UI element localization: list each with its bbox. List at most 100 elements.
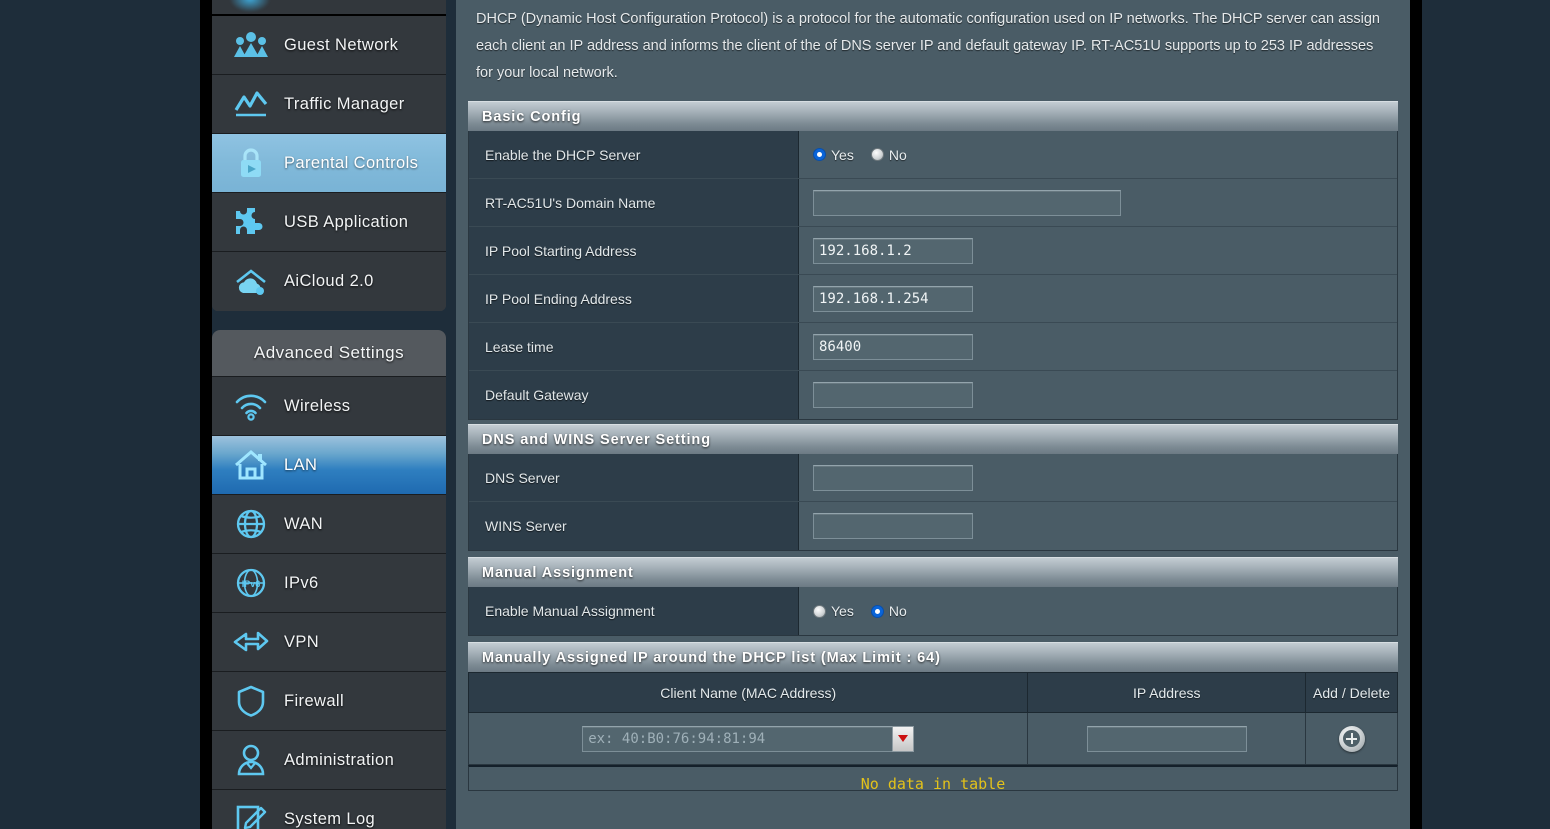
user-icon (230, 739, 272, 781)
left-gutter (200, 0, 212, 829)
sidebar-item-usb-application[interactable]: USB Application (212, 193, 446, 252)
sidebar-partial-item[interactable] (212, 0, 446, 16)
manual-assignment-header: Manual Assignment (468, 557, 1398, 587)
sidebar-advanced-menu-block: Advanced Settings Wireless (212, 330, 446, 829)
sidebar-item-label: VPN (284, 633, 319, 652)
manual-assignment-yes-option[interactable]: Yes (813, 603, 854, 619)
system-log-pencil-icon (230, 799, 272, 829)
add-entry-plus-icon[interactable] (1339, 726, 1365, 752)
radio-no-icon[interactable] (871, 148, 884, 161)
sidebar-item-parental-controls[interactable]: Parental Controls (212, 134, 446, 193)
basic-config-panel: Basic Config Enable the DHCP Server Yes (468, 101, 1398, 420)
radio-no-label: No (889, 147, 907, 163)
domain-name-value-cell (799, 179, 1397, 226)
cell-add-delete (1306, 713, 1398, 765)
manual-assignment-radio-group: Yes No (813, 603, 916, 619)
sidebar-item-wireless[interactable]: Wireless (212, 377, 446, 436)
sidebar-navigation: Guest Network Traffic Manager (212, 0, 446, 829)
aicloud-icon (230, 261, 272, 303)
basic-config-header: Basic Config (468, 101, 1398, 131)
enable-dhcp-yes-option[interactable]: Yes (813, 147, 854, 163)
row-enable-manual-assignment: Enable Manual Assignment Yes No (469, 587, 1397, 635)
radio-yes-icon[interactable] (813, 605, 826, 618)
enable-dhcp-value-cell: Yes No (799, 131, 1397, 178)
dhcp-description-text: DHCP (Dynamic Host Configuration Protoco… (456, 0, 1410, 101)
right-gutter (1410, 0, 1422, 829)
sidebar-item-label: Wireless (284, 397, 350, 416)
sidebar-item-label: WAN (284, 515, 323, 534)
column-header-add-delete: Add / Delete (1306, 673, 1398, 713)
cell-ip-address (1028, 713, 1306, 765)
assigned-ip-list-title: Manually Assigned IP around the DHCP lis… (482, 650, 941, 666)
assigned-ip-table-head: Client Name (MAC Address) IP Address Add… (469, 673, 1398, 713)
domain-name-input[interactable] (813, 190, 1121, 216)
wins-server-value-cell (799, 502, 1397, 550)
sidebar-item-guest-network[interactable]: Guest Network (212, 16, 446, 75)
manual-assignment-rows: Enable Manual Assignment Yes No (468, 587, 1398, 636)
column-header-client-name: Client Name (MAC Address) (469, 673, 1028, 713)
sidebar-item-wan[interactable]: WAN (212, 495, 446, 554)
dns-wins-title: DNS and WINS Server Setting (482, 432, 711, 448)
mac-address-input[interactable] (582, 726, 892, 752)
pool-start-value-cell (799, 227, 1397, 274)
row-dns-server: DNS Server (469, 454, 1397, 502)
vpn-key-icon (230, 621, 272, 663)
sidebar-item-vpn[interactable]: VPN (212, 613, 446, 672)
sidebar-item-label: IPv6 (284, 574, 319, 593)
mac-address-combobox[interactable] (582, 726, 914, 752)
basic-config-rows: Enable the DHCP Server Yes No (468, 131, 1398, 420)
row-lease-time: Lease time (469, 323, 1397, 371)
cell-client-name (469, 713, 1028, 765)
router-admin-page: Guest Network Traffic Manager (0, 0, 1550, 829)
sidebar-top-menu-block: Guest Network Traffic Manager (212, 0, 446, 311)
radio-yes-selected-icon[interactable] (813, 148, 826, 161)
wins-server-input[interactable] (813, 513, 973, 539)
lease-time-label: Lease time (469, 323, 799, 370)
sidebar-item-lan[interactable]: LAN (212, 436, 446, 495)
pool-start-input[interactable] (813, 238, 973, 264)
sidebar-item-ipv6[interactable]: IPv6 IPv6 (212, 554, 446, 613)
pool-end-label: IP Pool Ending Address (469, 275, 799, 322)
radio-no-selected-icon[interactable] (871, 605, 884, 618)
sidebar-block-gap (212, 311, 446, 330)
advanced-settings-label: Advanced Settings (254, 343, 404, 363)
assigned-ip-list-header: Manually Assigned IP around the DHCP lis… (468, 642, 1398, 672)
manual-assignment-no-option[interactable]: No (871, 603, 907, 619)
row-domain-name: RT-AC51U's Domain Name (469, 179, 1397, 227)
lease-time-input[interactable] (813, 334, 973, 360)
dns-server-input[interactable] (813, 465, 973, 491)
sidebar-item-aicloud[interactable]: AiCloud 2.0 (212, 252, 446, 311)
main-content-panel: DHCP (Dynamic Host Configuration Protoco… (456, 0, 1410, 829)
shield-icon (230, 680, 272, 722)
pool-end-input[interactable] (813, 286, 973, 312)
table-row (469, 713, 1398, 765)
pool-start-label: IP Pool Starting Address (469, 227, 799, 274)
default-gateway-label: Default Gateway (469, 371, 799, 419)
sidebar-item-traffic-manager[interactable]: Traffic Manager (212, 75, 446, 134)
enable-dhcp-no-option[interactable]: No (871, 147, 907, 163)
default-gateway-input[interactable] (813, 382, 973, 408)
manual-ip-input[interactable] (1087, 726, 1247, 752)
sidebar-item-system-log[interactable]: System Log (212, 790, 446, 829)
dns-server-value-cell (799, 454, 1397, 501)
sidebar-item-label: Guest Network (284, 36, 398, 55)
sidebar-item-administration[interactable]: Administration (212, 731, 446, 790)
column-header-ip-address: IP Address (1028, 673, 1306, 713)
svg-text:IPv6: IPv6 (242, 579, 261, 589)
manual-assignment-title: Manual Assignment (482, 565, 634, 581)
enable-dhcp-radio-group: Yes No (813, 147, 916, 163)
assigned-ip-list-panel: Manually Assigned IP around the DHCP lis… (468, 642, 1398, 791)
row-enable-dhcp: Enable the DHCP Server Yes No (469, 131, 1397, 179)
traffic-manager-icon (230, 83, 272, 125)
globe-icon (230, 503, 272, 545)
empty-table-message: No data in table (468, 765, 1398, 791)
sidebar-item-label: LAN (284, 456, 317, 475)
sidebar-item-label: Administration (284, 751, 394, 770)
radio-no-label: No (889, 603, 907, 619)
parental-controls-lock-icon (230, 142, 272, 184)
chevron-down-icon[interactable] (892, 726, 914, 752)
assigned-ip-table-body (469, 713, 1398, 765)
radio-yes-label: Yes (831, 147, 854, 163)
row-pool-end: IP Pool Ending Address (469, 275, 1397, 323)
sidebar-item-firewall[interactable]: Firewall (212, 672, 446, 731)
